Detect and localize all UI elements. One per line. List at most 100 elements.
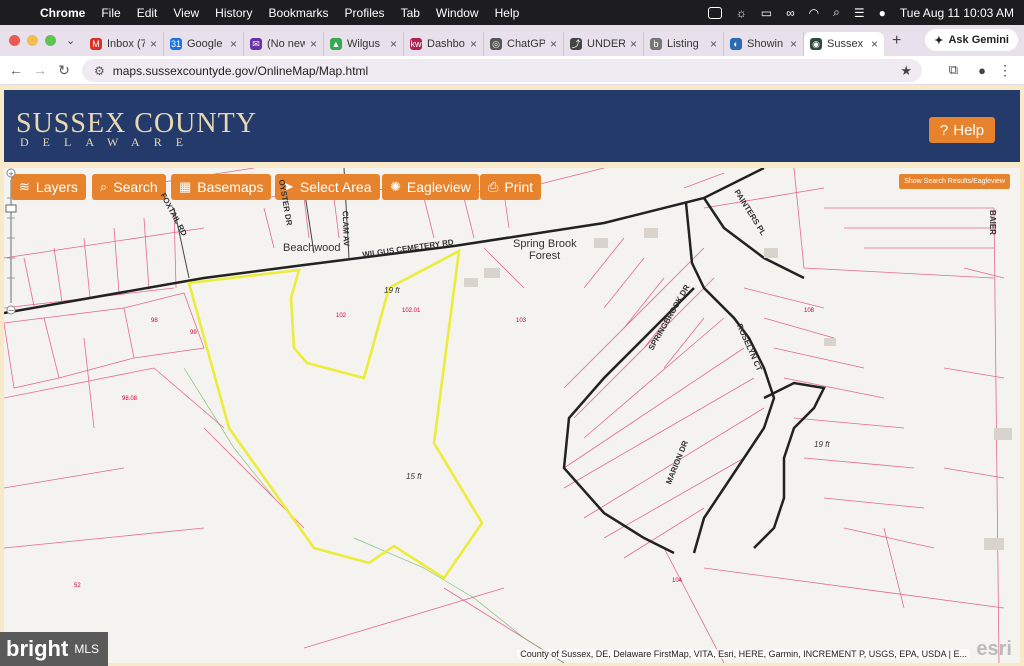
browser-tab[interactable]: ✉ (No new × <box>244 32 324 56</box>
dropbox-icon[interactable] <box>707 6 722 19</box>
parcel-id-6: 98.08 <box>122 396 138 402</box>
reload-icon[interactable]: ↻ <box>52 62 76 79</box>
magnifier-icon: ⌕ <box>100 179 108 194</box>
tab-close-icon[interactable]: × <box>150 37 157 51</box>
building-footprints <box>464 228 1012 550</box>
page-content: SUSSEX COUNTY DELAWARE ? Help ≋ Layers ⌕… <box>0 85 1024 666</box>
browser-tab[interactable]: ⤴ UNDER × <box>564 32 644 56</box>
tab-favicon-icon: ◎ <box>490 38 502 50</box>
profile-icon[interactable]: ● <box>978 63 986 78</box>
browser-tab[interactable]: 31 Google × <box>164 32 244 56</box>
wifi-icon[interactable]: ◠ <box>809 6 819 20</box>
ask-gemini-button[interactable]: ✦ Ask Gemini <box>925 29 1018 51</box>
browser-tab[interactable]: b Listing × <box>644 32 724 56</box>
watermark-suffix: MLS <box>74 642 100 656</box>
brightness-icon[interactable]: ☼ <box>736 6 747 20</box>
bright-mls-watermark: bright MLS <box>0 632 108 666</box>
place-label-beachwood: Beachwood <box>283 242 341 254</box>
menu-edit[interactable]: Edit <box>137 6 158 20</box>
printer-icon: ⎙ <box>488 179 499 194</box>
siri-icon[interactable]: ● <box>879 6 886 20</box>
clock[interactable]: Tue Aug 11 10:03 AM <box>900 6 1014 20</box>
tab-close-icon[interactable]: × <box>310 37 317 51</box>
browser-tab[interactable]: M Inbox (7 × <box>84 32 164 56</box>
url-text[interactable]: maps.sussexcountyde.gov/OnlineMap/Map.ht… <box>113 64 368 78</box>
elevation-label-1: 19 ft <box>384 286 400 295</box>
show-search-results-button[interactable]: Show Search Results/Eagleview <box>899 174 1010 189</box>
menu-file[interactable]: File <box>101 6 120 20</box>
browser-tab[interactable]: ▲ Wilgus × <box>324 32 404 56</box>
menu-window[interactable]: Window <box>436 6 479 20</box>
search-icon[interactable]: ⌕ <box>833 5 840 20</box>
minimize-window-button[interactable] <box>27 35 38 46</box>
battery-icon[interactable]: ▭ <box>761 6 772 20</box>
svg-text:−: − <box>8 306 15 315</box>
road-label-clam: CLAM AV <box>340 210 351 247</box>
site-info-icon[interactable]: ⚙ <box>94 64 105 78</box>
eagle-icon: ✺ <box>390 179 401 194</box>
basemaps-label: Basemaps <box>197 179 264 195</box>
tab-title: Dashbo <box>427 38 465 50</box>
parcel-id-2: 102.01 <box>402 308 421 314</box>
bookmark-star-icon[interactable]: ★ <box>900 63 912 79</box>
road-lines <box>4 168 826 555</box>
help-button[interactable]: ? Help <box>929 117 995 143</box>
brand-subtitle: DELAWARE <box>20 135 198 149</box>
search-button[interactable]: ⌕ Search <box>92 174 166 200</box>
tab-close-icon[interactable]: × <box>390 37 397 51</box>
menu-history[interactable]: History <box>215 6 252 20</box>
search-label: Search <box>113 179 158 195</box>
tab-close-icon[interactable]: × <box>871 37 878 51</box>
menu-profiles[interactable]: Profiles <box>345 6 385 20</box>
browser-tab[interactable]: kw Dashbo × <box>404 32 484 56</box>
select-area-button[interactable]: ➤ Select Area <box>275 174 380 200</box>
tab-close-icon[interactable]: × <box>710 37 717 51</box>
tab-title: Showin <box>747 38 784 50</box>
omnibox[interactable]: ⚙ maps.sussexcountyde.gov/OnlineMap/Map.… <box>82 59 922 82</box>
tab-close-icon[interactable]: × <box>790 37 797 51</box>
browser-tab[interactable]: ◎ ChatGP × <box>484 32 564 56</box>
layers-icon: ≋ <box>19 179 30 194</box>
close-window-button[interactable] <box>9 35 20 46</box>
menu-view[interactable]: View <box>173 6 199 20</box>
parcel-id-3: 103 <box>516 318 527 324</box>
menu-help[interactable]: Help <box>495 6 520 20</box>
stream-lines <box>183 367 565 663</box>
layers-button[interactable]: ≋ Layers <box>11 174 86 200</box>
browser-tab[interactable]: ◐ Showin × <box>724 32 804 56</box>
forward-arrow-icon[interactable]: → <box>28 62 52 78</box>
extensions-icon[interactable]: ⧉ <box>949 62 958 78</box>
menu-app-name[interactable]: Chrome <box>40 6 85 20</box>
browser-tab[interactable]: ◉ Sussex × <box>804 32 884 56</box>
menu-tab[interactable]: Tab <box>401 6 420 20</box>
watermark-brand: bright <box>6 636 69 661</box>
control-center-icon[interactable]: ☰ <box>854 6 865 20</box>
eagleview-button[interactable]: ✺ Eagleview <box>382 174 479 200</box>
menu-bookmarks[interactable]: Bookmarks <box>269 6 329 20</box>
tab-favicon-icon: kw <box>410 38 422 50</box>
new-tab-icon[interactable]: + <box>892 32 901 50</box>
tab-title: Inbox (7 <box>107 38 145 50</box>
parcel-id-8: 108 <box>804 308 815 314</box>
grid-icon: ▦ <box>179 179 192 194</box>
tab-title: UNDER <box>587 38 625 50</box>
tab-close-icon[interactable]: × <box>630 37 637 51</box>
more-menu-icon[interactable]: ⋮ <box>998 62 1012 79</box>
back-arrow-icon[interactable]: ← <box>4 62 28 78</box>
tab-favicon-icon: 31 <box>170 38 182 50</box>
link-icon[interactable]: ∞ <box>786 6 795 20</box>
map-attribution: County of Sussex, DE, Delaware FirstMap,… <box>517 649 970 659</box>
tab-title: Wilgus <box>347 38 381 50</box>
tab-close-icon[interactable]: × <box>550 37 557 51</box>
basemaps-button[interactable]: ▦ Basemaps <box>171 174 272 200</box>
print-button[interactable]: ⎙ Print <box>480 174 542 200</box>
tab-favicon-icon: ◐ <box>730 38 742 50</box>
site-header: SUSSEX COUNTY DELAWARE ? Help <box>4 90 1020 162</box>
tab-list-chevron-icon[interactable]: ⌄ <box>66 34 84 47</box>
zoom-slider[interactable]: + − <box>4 168 18 318</box>
tab-close-icon[interactable]: × <box>230 37 237 51</box>
map-canvas[interactable]: ≋ Layers ⌕ Search ▦ Basemaps ➤ Select Ar… <box>4 168 1020 663</box>
elevation-label-3: 19 ft <box>814 440 830 449</box>
maximize-window-button[interactable] <box>45 35 56 46</box>
tab-close-icon[interactable]: × <box>470 37 477 51</box>
